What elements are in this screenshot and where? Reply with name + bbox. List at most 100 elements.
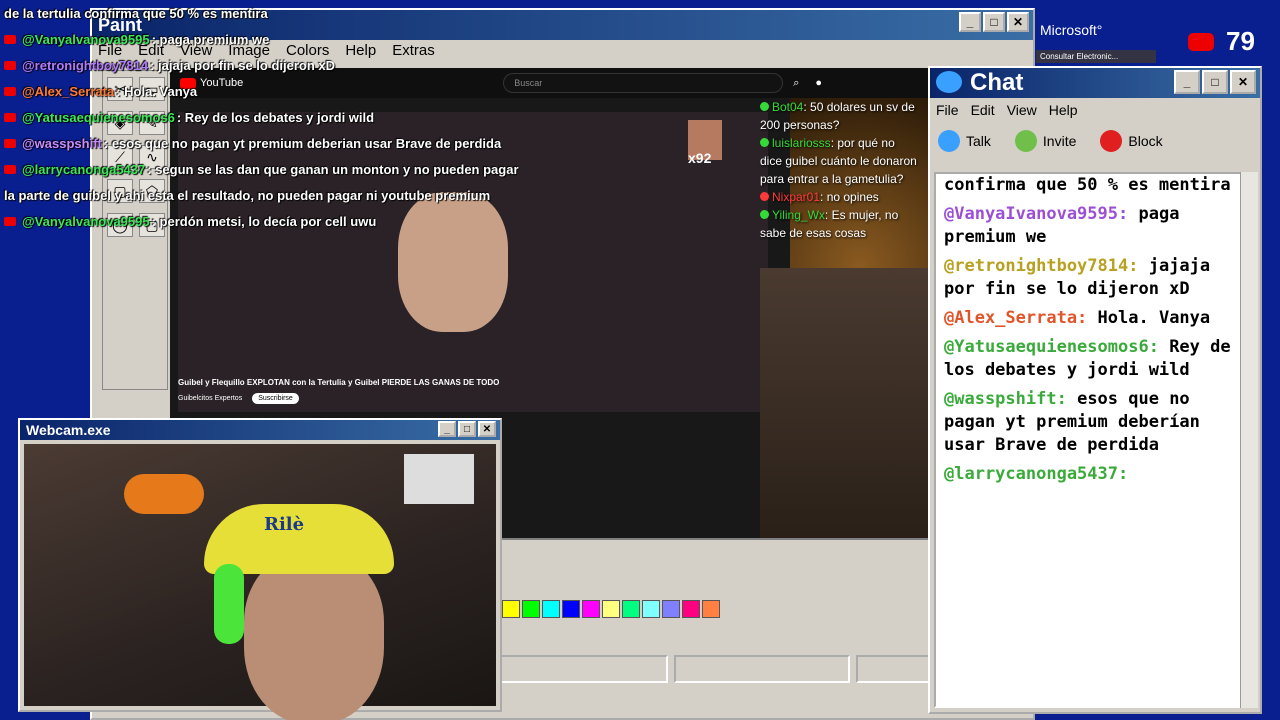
maximize-button[interactable]: □ <box>983 12 1005 32</box>
chat-messages: confirma que 50 % es mentira @VanyaIvanov… <box>934 172 1242 708</box>
chat-menu-file[interactable]: File <box>936 102 959 118</box>
overlay-username: @wasspshift <box>22 135 102 151</box>
youtube-chat-message: Nixpar01: no opines <box>760 188 920 206</box>
overlay-message: : segun se las dan que ganan un monton y… <box>147 161 519 177</box>
palette-swatch[interactable] <box>602 600 620 618</box>
overlay-username: @larrycanonga5437 <box>22 161 146 177</box>
video-title[interactable]: Guibel y Flequillo EXPLOTAN con la Tertu… <box>178 378 768 387</box>
chat-message: @wasspshift: esos que no pagan yt premiu… <box>944 388 1232 457</box>
palette-swatch[interactable] <box>682 600 700 618</box>
chat-username: @wasspshift: <box>944 389 1067 409</box>
toolbar-label: Invite <box>1042 133 1077 149</box>
chat-message: @larrycanonga5437: <box>944 463 1232 486</box>
chat-message: confirma que 50 % es mentira <box>944 174 1232 197</box>
cap-text: Rilè <box>264 514 305 535</box>
brand-subtext: Consultar Electronic... <box>1036 50 1156 63</box>
status-dot-icon <box>760 138 769 147</box>
flowers <box>124 474 204 514</box>
chat-username: @VanyaIvanova9595: <box>944 204 1129 224</box>
chat-menu-view[interactable]: View <box>1007 102 1037 118</box>
youtube-chat-user: Yiling_Wx <box>772 208 825 222</box>
overlay-chat-line: @wasspshift: esos que no pagan yt premiu… <box>4 130 564 156</box>
overlay-message: de la tertulia confirma que 50 % es ment… <box>4 5 268 21</box>
channel-name[interactable]: Guibelcitos Expertos <box>178 395 242 402</box>
palette-swatch[interactable] <box>542 600 560 618</box>
chat-title: Chat <box>970 69 1024 96</box>
overlay-message: : Hola. Vanya <box>116 83 198 99</box>
color-palette <box>502 600 720 618</box>
chat-username: @larrycanonga5437: <box>944 464 1129 484</box>
webcam-feed: Rilè <box>24 444 496 720</box>
overlay-chat-line: de la tertulia confirma que 50 % es ment… <box>4 0 564 26</box>
status-dot-icon <box>760 102 769 111</box>
chat-titlebar[interactable]: Chat _ □ ✕ <box>930 68 1260 98</box>
viewer-counter: 79 <box>1188 26 1255 57</box>
overlay-username: @Yatusaequienesomos6 <box>22 109 175 125</box>
minimize-button[interactable]: _ <box>959 12 981 32</box>
chat-username: @retronightboy7814: <box>944 256 1139 276</box>
brand-text: Microsoft° <box>1040 22 1103 38</box>
overlay-chat-line: @Yatusaequienesomos6: Rey de los debates… <box>4 104 564 130</box>
overlay-message: : paga premium we <box>151 31 270 47</box>
chat-menubar: File Edit View Help <box>936 102 1078 118</box>
palette-swatch[interactable] <box>562 600 580 618</box>
block-button[interactable]: Block <box>1100 130 1163 152</box>
youtube-icon <box>4 138 16 148</box>
chat-people-icon <box>936 71 962 93</box>
chat-menu-edit[interactable]: Edit <box>971 102 995 118</box>
overlay-message: : jajaja por fin se lo dijeron xD <box>150 57 336 73</box>
paper-towel-roll <box>404 454 474 504</box>
youtube-chat-message: Bot04: 50 dolares un sv de 200 personas? <box>760 98 920 134</box>
chat-username: @Alex_Serrata: <box>944 308 1088 328</box>
youtube-icon <box>4 112 16 122</box>
close-button[interactable]: ✕ <box>478 421 496 437</box>
overlay-chat-line: @Vanyalvanova9595: perdón metsi, lo decí… <box>4 208 564 234</box>
stream-chat-overlay: de la tertulia confirma que 50 % es ment… <box>4 0 564 234</box>
overlay-message: : esos que no pagan yt premium deberian … <box>103 135 502 151</box>
overlay-username: @Vanyalvanova9595 <box>22 213 150 229</box>
minimize-button[interactable]: _ <box>438 421 456 437</box>
overlay-message: : Rey de los debates y jordi wild <box>176 109 375 125</box>
viewer-count: 79 <box>1226 26 1255 56</box>
webcam-titlebar[interactable]: Webcam.exe _ □ ✕ <box>20 420 500 440</box>
block-icon <box>1100 130 1123 152</box>
toolbar-label: Talk <box>966 133 991 149</box>
talk-button[interactable]: Talk <box>938 130 991 152</box>
youtube-icon <box>4 164 16 174</box>
invite-icon <box>1014 130 1037 152</box>
chat-menu-help[interactable]: Help <box>1049 102 1078 118</box>
palette-swatch[interactable] <box>582 600 600 618</box>
chat-window: Chat _ □ ✕ File Edit View Help Talk Invite Bl… <box>928 66 1262 714</box>
close-button[interactable]: ✕ <box>1230 70 1256 94</box>
chat-toolbar: Talk Invite Block <box>938 130 1163 152</box>
chat-scrollbar[interactable] <box>1240 172 1258 708</box>
palette-swatch[interactable] <box>642 600 660 618</box>
palette-swatch[interactable] <box>622 600 640 618</box>
palette-swatch[interactable] <box>502 600 520 618</box>
microphone-icon[interactable]: ● <box>815 77 822 89</box>
overlay-message: la parte de guibel y ahi esta el resulta… <box>4 187 491 203</box>
youtube-icon <box>4 34 16 44</box>
close-button[interactable]: ✕ <box>1007 12 1029 32</box>
youtube-icon <box>1188 32 1214 51</box>
invite-button[interactable]: Invite <box>1014 130 1077 152</box>
status-dot-icon <box>760 210 769 219</box>
chat-username: @Yatusaequienesomos6: <box>944 337 1159 357</box>
search-icon[interactable]: ⌕ <box>793 77 799 90</box>
minimize-button[interactable]: _ <box>1174 70 1200 94</box>
youtube-icon <box>4 216 16 226</box>
overlay-chat-line: @Alex_Serrata: Hola. Vanya <box>4 78 564 104</box>
palette-swatch[interactable] <box>702 600 720 618</box>
subscribe-button[interactable]: Suscribirse <box>252 393 299 404</box>
webcam-window: Webcam.exe _ □ ✕ Rilè <box>18 418 502 720</box>
chat-text: confirma que 50 % es mentira <box>944 175 1231 195</box>
youtube-chat: Bot04: 50 dolares un sv de 200 personas?… <box>760 98 920 242</box>
overlay-chat-line: @larrycanonga5437: segun se las dan que … <box>4 156 564 182</box>
palette-swatch[interactable] <box>522 600 540 618</box>
palette-swatch[interactable] <box>662 600 680 618</box>
youtube-chat-user: Nixpar01 <box>772 190 821 204</box>
maximize-button[interactable]: □ <box>458 421 476 437</box>
streamer-figure <box>760 268 930 538</box>
youtube-chat-text: : no opines <box>820 190 879 204</box>
maximize-button[interactable]: □ <box>1202 70 1228 94</box>
